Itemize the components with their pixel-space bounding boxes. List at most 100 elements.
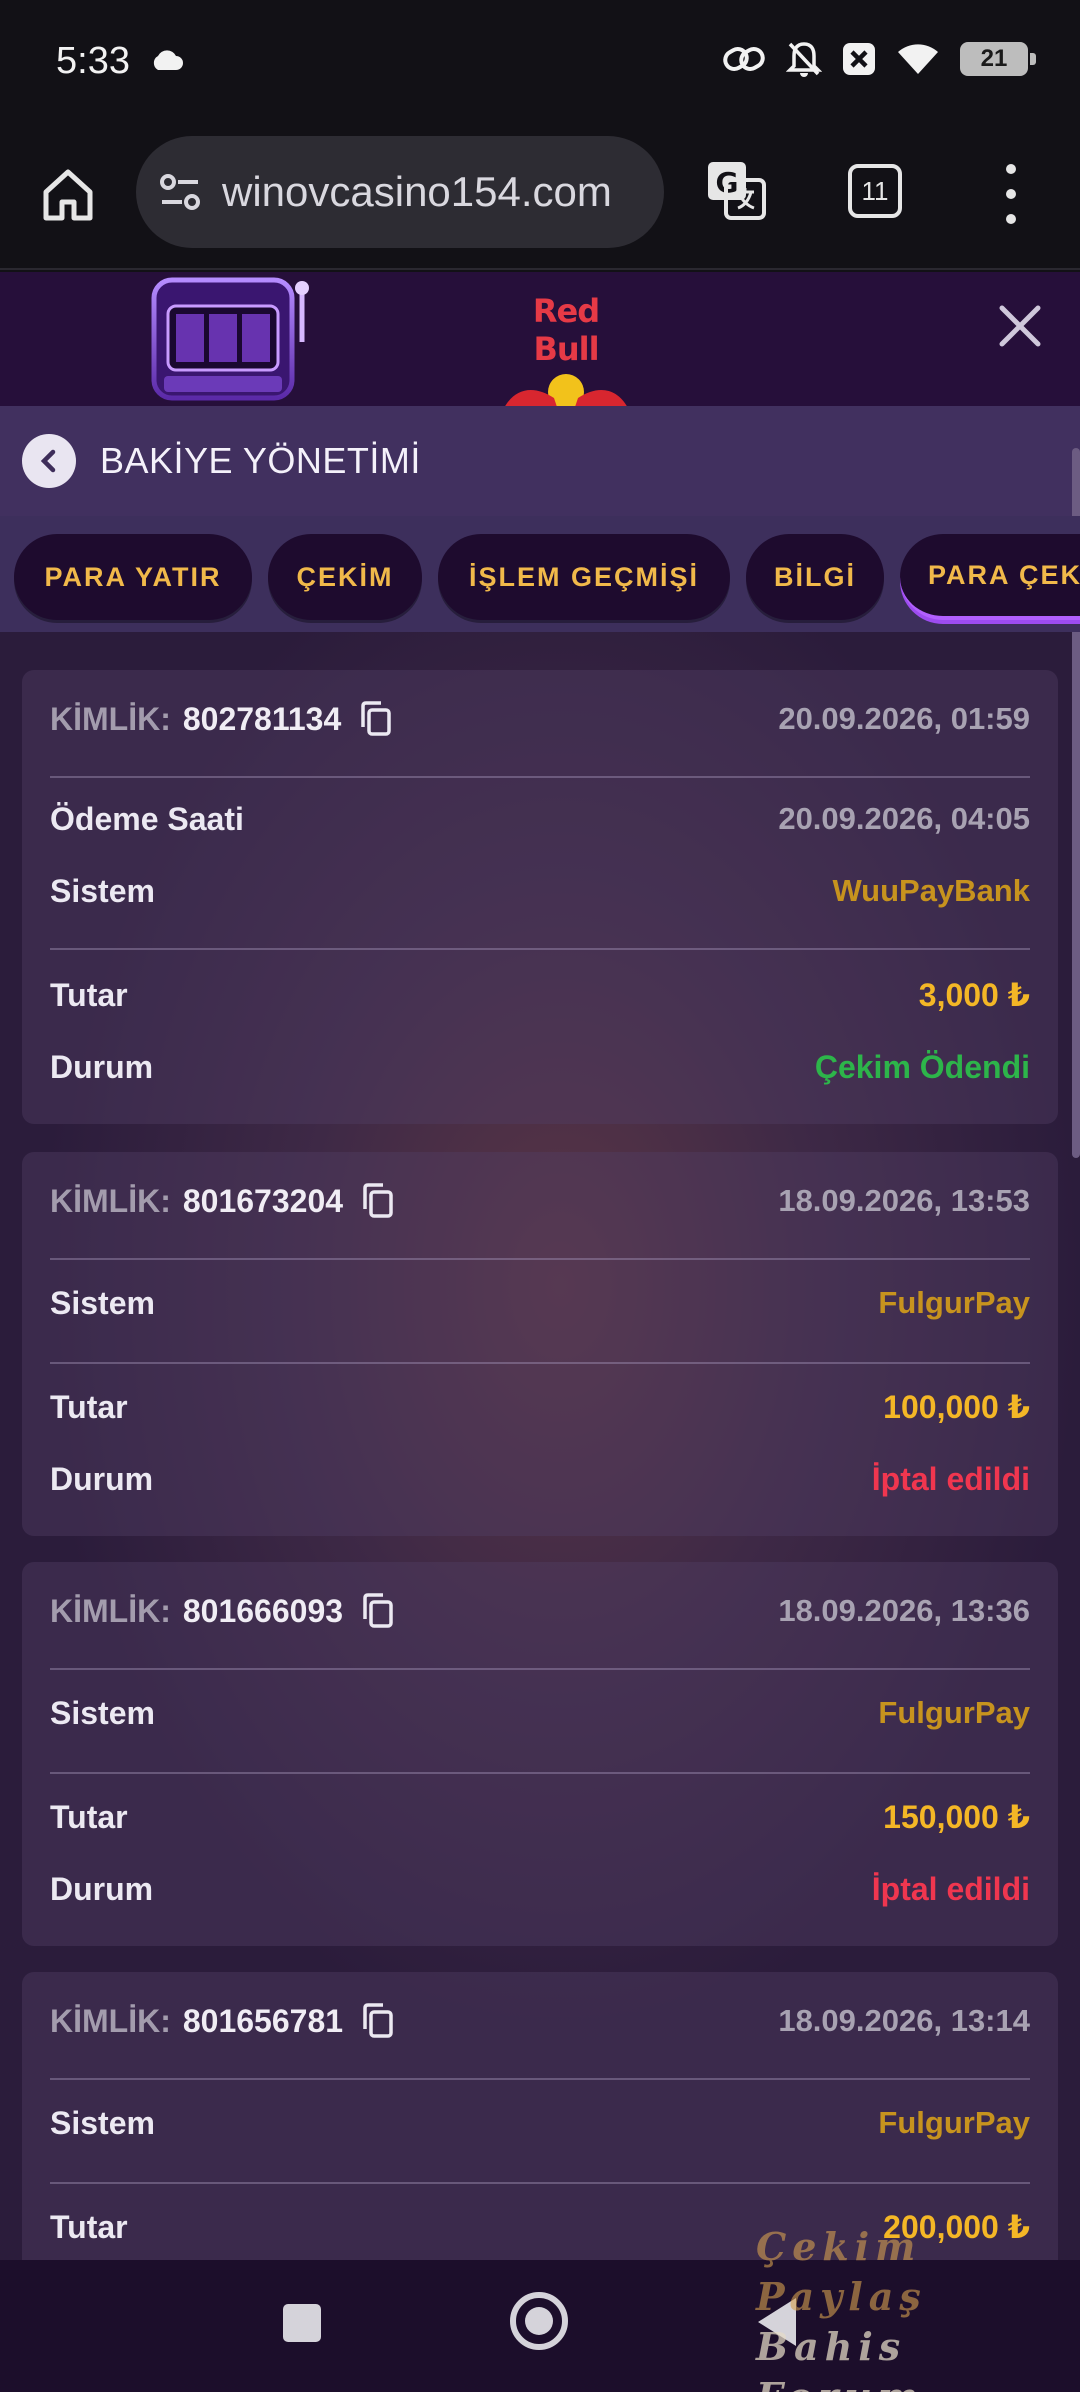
transaction-id: KİMLİK: 802781134 <box>50 701 393 738</box>
id-value: 802781134 <box>182 700 342 737</box>
home-button[interactable] <box>510 2292 568 2350</box>
system-row: Sistem FulgurPay <box>50 1278 1030 1328</box>
transaction-id: KİMLİK: 801666093 <box>50 1593 395 1630</box>
tab-info[interactable]: BİLGİ <box>746 534 884 620</box>
copy-icon[interactable] <box>361 1183 395 1219</box>
tab-count: 11 <box>861 175 889 206</box>
slot-machine-logo[interactable] <box>146 272 316 406</box>
tab-bar: PARA YATIR ÇEKİM İŞLEM GEÇMİŞİ BİLGİ PAR… <box>0 516 1080 632</box>
page-title: BAKİYE YÖNETİMİ <box>100 440 421 481</box>
transaction-card: KİMLİK: 802781134 20.09.2026, 01:59 Ödem… <box>22 670 1058 1124</box>
status-label: Durum <box>50 1870 154 1907</box>
status-value: İptal edildi <box>871 1460 1030 1497</box>
browser-toolbar: winovcasino154.com G 11 <box>0 128 1080 270</box>
amount-value: 150,000 ₺ <box>883 1799 1030 1835</box>
battery-icon: 21 <box>960 42 1036 76</box>
close-icon[interactable] <box>996 302 1044 350</box>
system-row: Sistem WuuPayBank <box>50 866 1030 916</box>
site-header: Red Bull <box>0 272 1080 414</box>
wifi-icon <box>898 44 940 74</box>
system-row: Sistem FulgurPay <box>50 1688 1030 1738</box>
transaction-card: KİMLİK: 801656781 18.09.2026, 13:14 Sist… <box>22 1972 1058 2260</box>
battery-level: 21 <box>980 45 1008 72</box>
status-row: Durum Çekim Ödendi <box>50 1042 1030 1092</box>
system-value: WuuPayBank <box>832 873 1030 908</box>
system-label: Sistem <box>50 2104 155 2141</box>
id-value: 801673204 <box>182 1182 344 1219</box>
status-icons: 21 <box>722 40 1036 78</box>
card-header-row: KİMLİK: 802781134 20.09.2026, 01:59 <box>50 694 1030 744</box>
payment-time-label: Ödeme Saati <box>50 800 244 837</box>
system-label: Sistem <box>50 1694 155 1731</box>
payment-time-value: 20.09.2026, 04:05 <box>778 801 1030 836</box>
notifications-off-icon <box>786 42 822 77</box>
amount-value: 3,000 ₺ <box>918 977 1030 1013</box>
system-value: FulgurPay <box>878 2105 1030 2140</box>
divider <box>50 948 1030 950</box>
amount-label: Tutar <box>50 2208 128 2245</box>
back-button[interactable] <box>22 434 76 488</box>
transaction-card: KİMLİK: 801673204 18.09.2026, 13:53 Sist… <box>22 1152 1058 1536</box>
transaction-date: 18.09.2026, 13:53 <box>778 1183 1030 1218</box>
recents-button[interactable] <box>283 2304 321 2342</box>
divider <box>50 1258 1030 1260</box>
copy-icon[interactable] <box>361 2003 395 2039</box>
payment-time-row: Ödeme Saati 20.09.2026, 04:05 <box>50 794 1030 844</box>
watermark-line-2: Bahis Forum <box>756 2324 918 2392</box>
tab-switcher-button[interactable]: 11 <box>848 164 902 218</box>
id-label: KİMLİK: <box>50 700 171 737</box>
tab-deposit[interactable]: PARA YATIR <box>14 534 252 620</box>
site-settings-icon[interactable] <box>156 168 204 216</box>
transaction-date: 20.09.2026, 01:59 <box>778 701 1030 736</box>
id-label: KİMLİK: <box>50 2002 171 2039</box>
id-label: KİMLİK: <box>50 1592 171 1629</box>
home-icon[interactable] <box>38 164 98 224</box>
system-value: FulgurPay <box>878 1285 1030 1320</box>
transaction-date: 18.09.2026, 13:36 <box>778 1593 1030 1628</box>
watermark-line-1: Çekim Paylaş <box>756 2224 927 2319</box>
transaction-id: KİMLİK: 801656781 <box>50 2003 395 2040</box>
cloud-icon <box>153 50 183 70</box>
system-label: Sistem <box>50 872 155 909</box>
status-value: İptal edildi <box>871 1870 1030 1907</box>
brand-text: Red Bull <box>532 292 600 368</box>
forum-watermark: Çekim Paylaş Bahis Forum <box>756 2222 1076 2392</box>
balance-management-panel: BAKİYE YÖNETİMİ PARA YATIR ÇEKİM İŞLEM G… <box>0 406 1080 2260</box>
transaction-id: KİMLİK: 801673204 <box>50 1183 395 1220</box>
tab-history[interactable]: İŞLEM GEÇMİŞİ <box>438 534 730 620</box>
redbull-logo: Red Bull <box>496 292 636 414</box>
system-label: Sistem <box>50 1284 155 1321</box>
divider <box>50 2182 1030 2184</box>
close-box-icon <box>843 43 875 75</box>
status-time: 5:33 <box>56 40 130 82</box>
amount-row: Tutar 3,000 ₺ <box>50 970 1030 1020</box>
system-row: Sistem FulgurPay <box>50 2098 1030 2148</box>
status-label: Durum <box>50 1048 154 1085</box>
system-value: FulgurPay <box>878 1695 1030 1730</box>
more-menu-icon[interactable] <box>996 164 1026 224</box>
transaction-card: KİMLİK: 801666093 18.09.2026, 13:36 Sist… <box>22 1562 1058 1946</box>
copy-icon[interactable] <box>361 1593 395 1629</box>
tab-withdrawal-history[interactable]: PARA ÇEKME <box>900 534 1080 620</box>
divider <box>50 1668 1030 1670</box>
address-bar[interactable]: winovcasino154.com <box>136 136 664 248</box>
card-header-row: KİMLİK: 801656781 18.09.2026, 13:14 <box>50 1996 1030 2046</box>
amount-label: Tutar <box>50 976 128 1013</box>
amount-row: Tutar 150,000 ₺ <box>50 1792 1030 1842</box>
id-label: KİMLİK: <box>50 1182 171 1219</box>
status-label: Durum <box>50 1460 154 1497</box>
status-bar: 5:33 21 <box>0 0 1080 128</box>
transaction-date: 18.09.2026, 13:14 <box>778 2003 1030 2038</box>
amount-label: Tutar <box>50 1798 128 1835</box>
copy-icon[interactable] <box>359 701 393 737</box>
translate-icon[interactable]: G <box>704 158 768 222</box>
tab-withdraw[interactable]: ÇEKİM <box>268 534 422 620</box>
link-icon <box>723 47 765 71</box>
divider <box>50 1772 1030 1774</box>
url-text[interactable]: winovcasino154.com <box>222 168 612 216</box>
status-row: Durum İptal edildi <box>50 1864 1030 1914</box>
chevron-left-icon <box>40 449 56 473</box>
amount-label: Tutar <box>50 1388 128 1425</box>
amount-value: 100,000 ₺ <box>883 1389 1030 1425</box>
divider <box>50 776 1030 778</box>
